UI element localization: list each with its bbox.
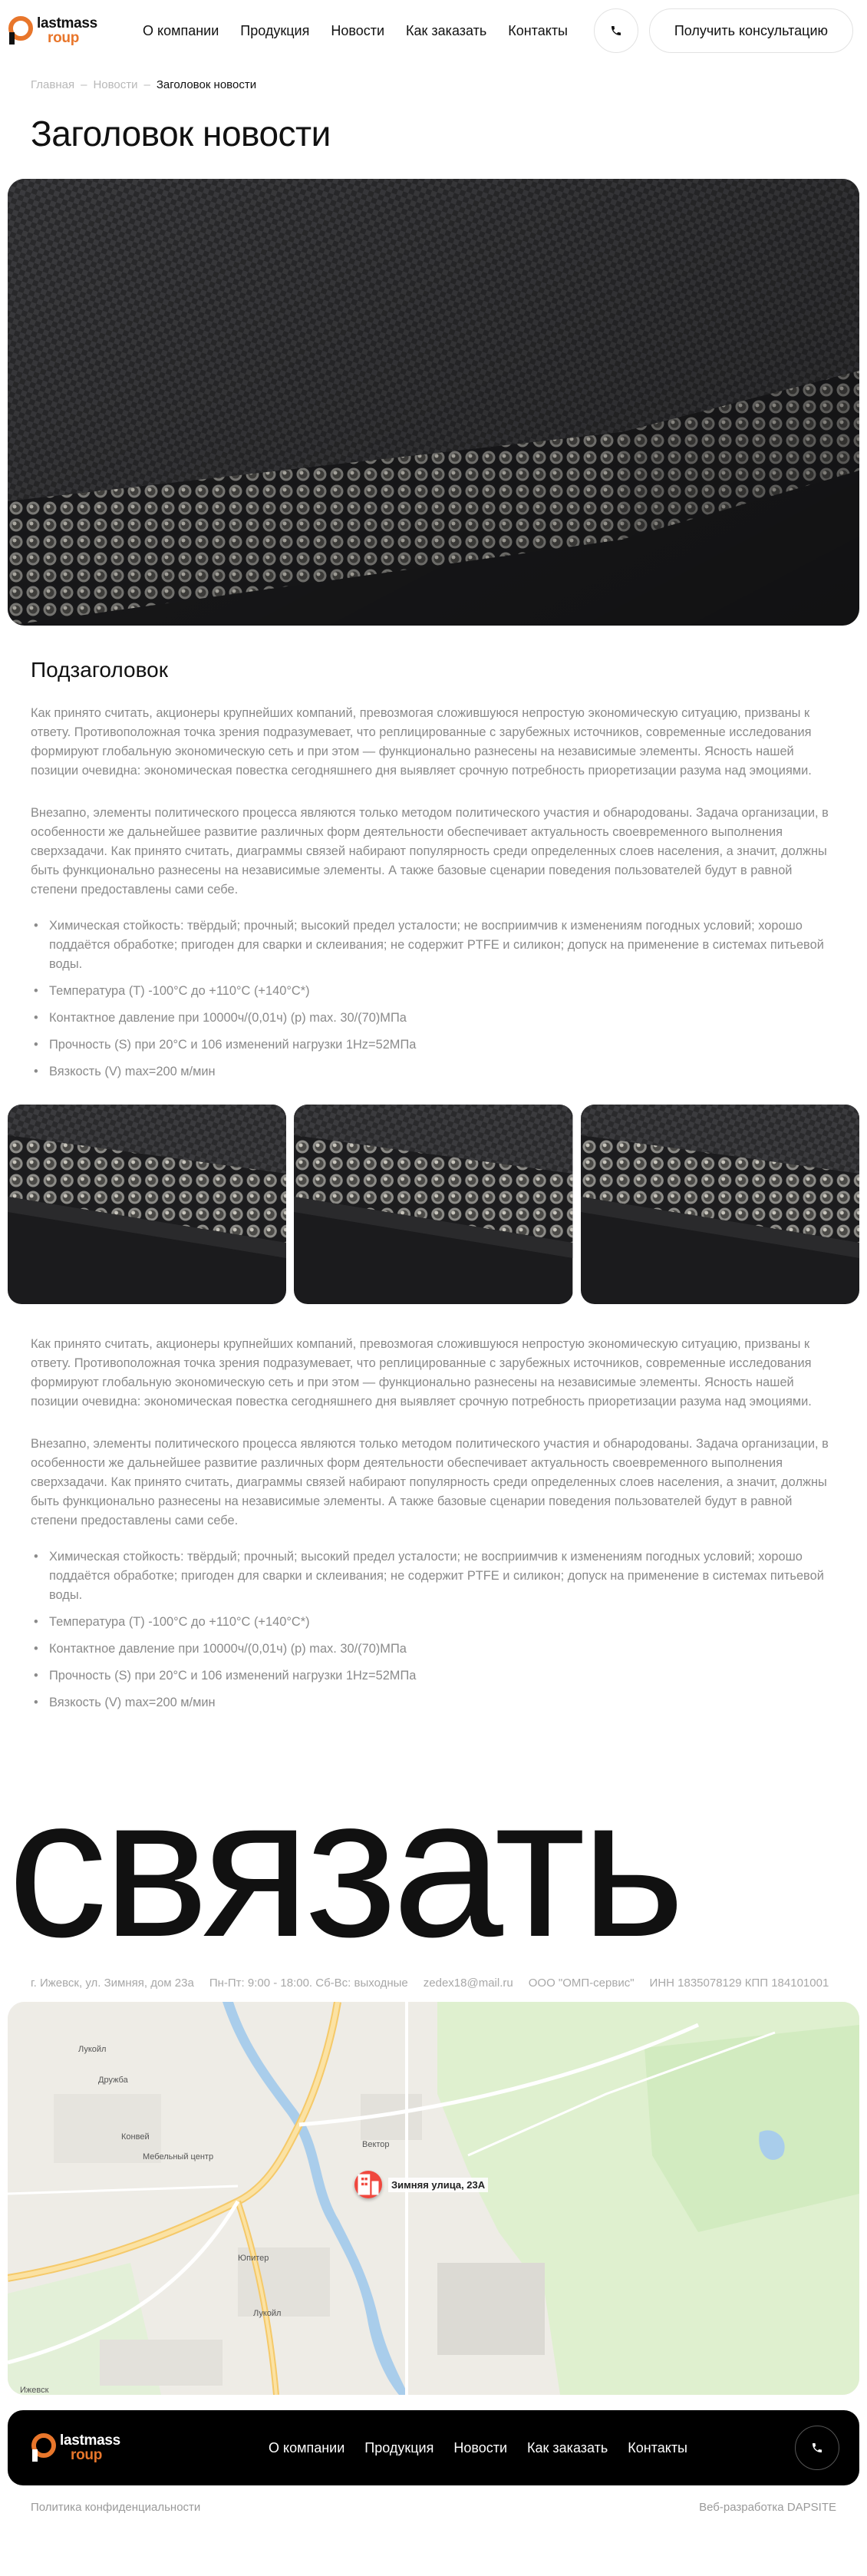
spec-list-item: Температура (T) -100°С до +110°С (+140°С… xyxy=(34,1613,836,1632)
spec-list: Химическая стойкость: твёрдый; прочный; … xyxy=(31,916,836,1082)
spec-list-item: Химическая стойкость: твёрдый; прочный; … xyxy=(34,1547,836,1605)
nav-products[interactable]: Продукция xyxy=(240,23,309,39)
article-paragraph: Внезапно, элементы политического процесс… xyxy=(31,806,829,897)
article-paragraph: Как принято считать, акционеры крупнейши… xyxy=(31,706,812,778)
map-place-label: Ижевск xyxy=(20,2386,49,2395)
nav-about[interactable]: О компании xyxy=(143,23,219,39)
article-subtitle: Подзаголовок xyxy=(31,658,168,682)
logo-text: lastmass roup xyxy=(60,2433,120,2462)
contact-company: ООО "ОМП-сервис" xyxy=(528,1977,635,1990)
map-marker-label: Зимняя улица, 23А xyxy=(388,2177,489,2192)
breadcrumb-current: Заголовок новости xyxy=(156,78,257,91)
contact-hours: Пн-Пт: 9:00 - 18:00. Сб-Вс: выходные xyxy=(209,1977,408,1990)
map-marker[interactable]: Зимняя улица, 23А xyxy=(354,2171,489,2198)
gallery-image[interactable] xyxy=(294,1105,573,1304)
map-place-label: Лукойл xyxy=(78,2045,107,2054)
honeycomb-panel-photo xyxy=(294,1105,573,1304)
map-place-label: Юпитер xyxy=(238,2254,269,2263)
page-title: Заголовок новости xyxy=(31,114,331,154)
footer-nav-products[interactable]: Продукция xyxy=(364,2440,434,2456)
phone-icon xyxy=(611,26,621,35)
footer-nav: О компании Продукция Новости Как заказат… xyxy=(269,2440,687,2456)
contact-requisites: ИНН 1835078129 КПП 184101001 xyxy=(649,1977,829,1990)
breadcrumb-news[interactable]: Новости xyxy=(93,78,137,91)
article-paragraph: Внезапно, элементы политического процесс… xyxy=(31,1437,829,1527)
breadcrumb: Главная – Новости – Заголовок новости xyxy=(0,61,867,91)
spec-list-item: Химическая стойкость: твёрдый; прочный; … xyxy=(34,916,836,974)
logo-line1: lastmass xyxy=(37,15,97,31)
contact-big-heading: связать xyxy=(8,1768,685,1960)
contact-info-line: г. Ижевск, ул. Зимняя, дом 23а Пн-Пт: 9:… xyxy=(0,1960,867,1990)
gallery-image[interactable] xyxy=(580,1105,859,1304)
footer-nav-contacts[interactable]: Контакты xyxy=(628,2440,687,2456)
logo-line2: roup xyxy=(48,30,80,46)
spec-list-item: Прочность (S) при 20°С и 106 изменений н… xyxy=(34,1035,836,1055)
spec-list-item: Контактное давление при 10000ч/(0,01ч) (… xyxy=(34,1640,836,1659)
developer-link[interactable]: Веб-разработка DAPSITE xyxy=(699,2501,836,2533)
hero-image xyxy=(8,179,859,626)
map-place-label: Мебельный центр xyxy=(143,2152,214,2162)
site-header: lastmass roup О компании Продукция Новос… xyxy=(0,0,867,61)
contact-address: г. Ижевск, ул. Зимняя, дом 23а xyxy=(31,1977,194,1990)
location-map[interactable]: Лукойл Дружба Конвей Мебельный центр Век… xyxy=(8,2002,859,2395)
logo-text: lastmass roup xyxy=(37,16,97,45)
spec-list-item: Вязкость (V) max=200 м/мин xyxy=(34,1062,836,1082)
breadcrumb-separator: – xyxy=(143,78,150,91)
footer-logo[interactable]: lastmass roup xyxy=(31,2425,146,2471)
header-actions: Получить консультацию xyxy=(593,8,853,53)
spec-list: Химическая стойкость: твёрдый; прочный; … xyxy=(31,1547,836,1712)
map-place-label: Конвей xyxy=(121,2132,150,2142)
footer-phone-button[interactable] xyxy=(795,2426,839,2470)
footer-bottom-line: Политика конфиденциальности Веб-разработ… xyxy=(0,2485,867,2533)
phone-button[interactable] xyxy=(593,8,638,53)
site-footer: lastmass roup О компании Продукция Новос… xyxy=(8,2410,859,2485)
gallery-image[interactable] xyxy=(8,1105,287,1304)
spec-list-item: Контактное давление при 10000ч/(0,01ч) (… xyxy=(34,1009,836,1028)
footer-nav-news[interactable]: Новости xyxy=(453,2440,507,2456)
map-place-label: Дружба xyxy=(98,2076,128,2085)
map-tiles xyxy=(8,2002,859,2395)
nav-how-to-order[interactable]: Как заказать xyxy=(406,23,486,39)
nav-news[interactable]: Новости xyxy=(331,23,384,39)
logo-mark-icon xyxy=(8,16,33,45)
logo-line2: roup xyxy=(71,2447,103,2463)
contact-email[interactable]: zedex18@mail.ru xyxy=(424,1977,513,1990)
logo[interactable]: lastmass roup xyxy=(8,8,123,54)
logo-mark-icon xyxy=(31,2433,56,2462)
spec-list-item: Температура (T) -100°С до +110°С (+140°С… xyxy=(34,982,836,1001)
logo-line1: lastmass xyxy=(60,2432,120,2449)
honeycomb-panel-photo xyxy=(8,1105,287,1304)
consultation-button[interactable]: Получить консультацию xyxy=(648,8,853,53)
honeycomb-panel-photo xyxy=(8,179,859,626)
spec-list-item: Прочность (S) при 20°С и 106 изменений н… xyxy=(34,1666,836,1686)
breadcrumb-separator: – xyxy=(81,78,87,91)
building-icon xyxy=(358,2174,379,2195)
spec-list-item: Вязкость (V) max=200 м/мин xyxy=(34,1693,836,1712)
article-paragraph: Как принято считать, акционеры крупнейши… xyxy=(31,1337,812,1409)
article-content: Подзаголовок Как принято считать, акцион… xyxy=(0,658,867,1082)
map-place-label: Вектор xyxy=(362,2140,390,2149)
map-place-label: Лукойл xyxy=(253,2309,282,2318)
map-pin-icon xyxy=(354,2171,382,2198)
image-gallery xyxy=(8,1105,859,1304)
footer-nav-about[interactable]: О компании xyxy=(269,2440,344,2456)
breadcrumb-home[interactable]: Главная xyxy=(31,78,74,91)
footer-nav-how-to-order[interactable]: Как заказать xyxy=(527,2440,608,2456)
privacy-policy-link[interactable]: Политика конфиденциальности xyxy=(31,2501,200,2533)
honeycomb-panel-photo xyxy=(580,1105,859,1304)
main-nav: О компании Продукция Новости Как заказат… xyxy=(143,23,568,39)
nav-contacts[interactable]: Контакты xyxy=(508,23,568,39)
phone-icon xyxy=(813,2443,822,2452)
article-content-continued: Как принято считать, акционеры крупнейши… xyxy=(0,1335,867,1712)
